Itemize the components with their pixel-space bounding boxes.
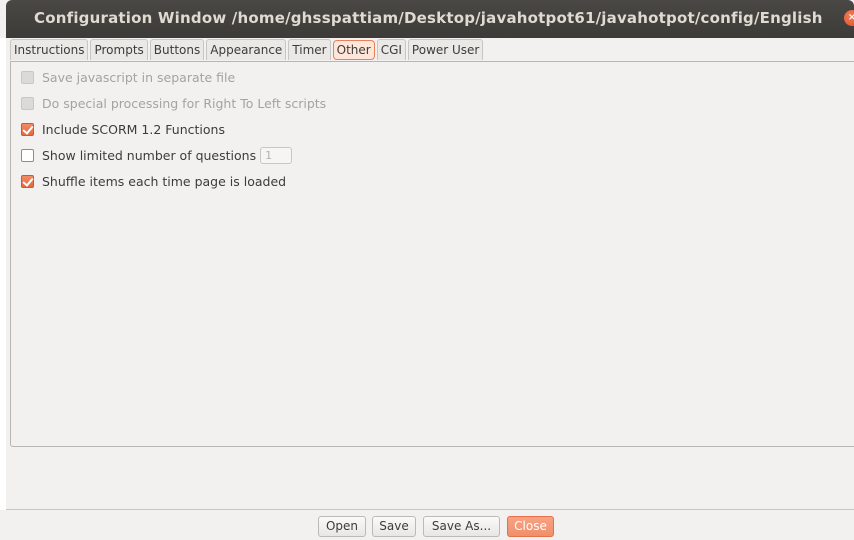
configuration-window: Configuration Window /home/ghsspattiam/D… — [0, 0, 854, 540]
button-bar: Open Save Save As... Close — [0, 510, 854, 540]
right-to-left-label: Do special processing for Right To Left … — [42, 95, 327, 111]
tab-timer[interactable]: Timer — [288, 39, 331, 60]
include-scorm-label: Include SCORM 1.2 Functions — [42, 121, 225, 137]
question-count-field[interactable]: 1 — [260, 146, 293, 164]
other-options-panel: Save javascript in separate file Do spec… — [10, 61, 854, 447]
option-right-to-left: Do special processing for Right To Left … — [21, 94, 326, 112]
tab-prompts[interactable]: Prompts — [90, 39, 148, 60]
option-include-scorm: Include SCORM 1.2 Functions — [21, 120, 225, 138]
window-close-icon[interactable]: × — [844, 10, 854, 26]
save-javascript-label: Save javascript in separate file — [42, 69, 236, 85]
shuffle-items-checkbox[interactable] — [21, 174, 34, 188]
tab-instructions[interactable]: Instructions — [10, 39, 89, 60]
tab-appearance[interactable]: Appearance — [206, 39, 287, 60]
tab-cgi[interactable]: CGI — [376, 39, 406, 60]
save-javascript-checkbox[interactable] — [21, 70, 34, 84]
option-shuffle-items: Shuffle items each time page is loaded — [21, 172, 286, 190]
right-to-left-checkbox[interactable] — [21, 96, 34, 110]
limited-questions-label: Show limited number of questions — [42, 147, 257, 163]
save-button[interactable]: Save — [372, 516, 416, 537]
tab-strip: Instructions Prompts Buttons Appearance Time… — [10, 39, 485, 61]
include-scorm-checkbox[interactable] — [21, 122, 34, 136]
option-save-javascript: Save javascript in separate file — [21, 68, 235, 86]
close-button[interactable]: Close — [507, 516, 554, 537]
title-bar[interactable]: Configuration Window /home/ghsspattiam/D… — [6, 0, 854, 38]
option-limited-questions: Show limited number of questions 1 — [21, 146, 293, 164]
open-button[interactable]: Open — [318, 516, 366, 537]
limited-questions-checkbox[interactable] — [21, 148, 34, 162]
tab-other[interactable]: Other — [332, 40, 375, 60]
window-title: Configuration Window /home/ghsspattiam/D… — [34, 9, 823, 27]
shuffle-items-label: Shuffle items each time page is loaded — [42, 173, 287, 189]
tab-buttons[interactable]: Buttons — [149, 39, 205, 60]
save-as-button[interactable]: Save As... — [423, 516, 500, 537]
tab-power-user[interactable]: Power User — [407, 39, 484, 60]
status-area — [6, 447, 854, 510]
